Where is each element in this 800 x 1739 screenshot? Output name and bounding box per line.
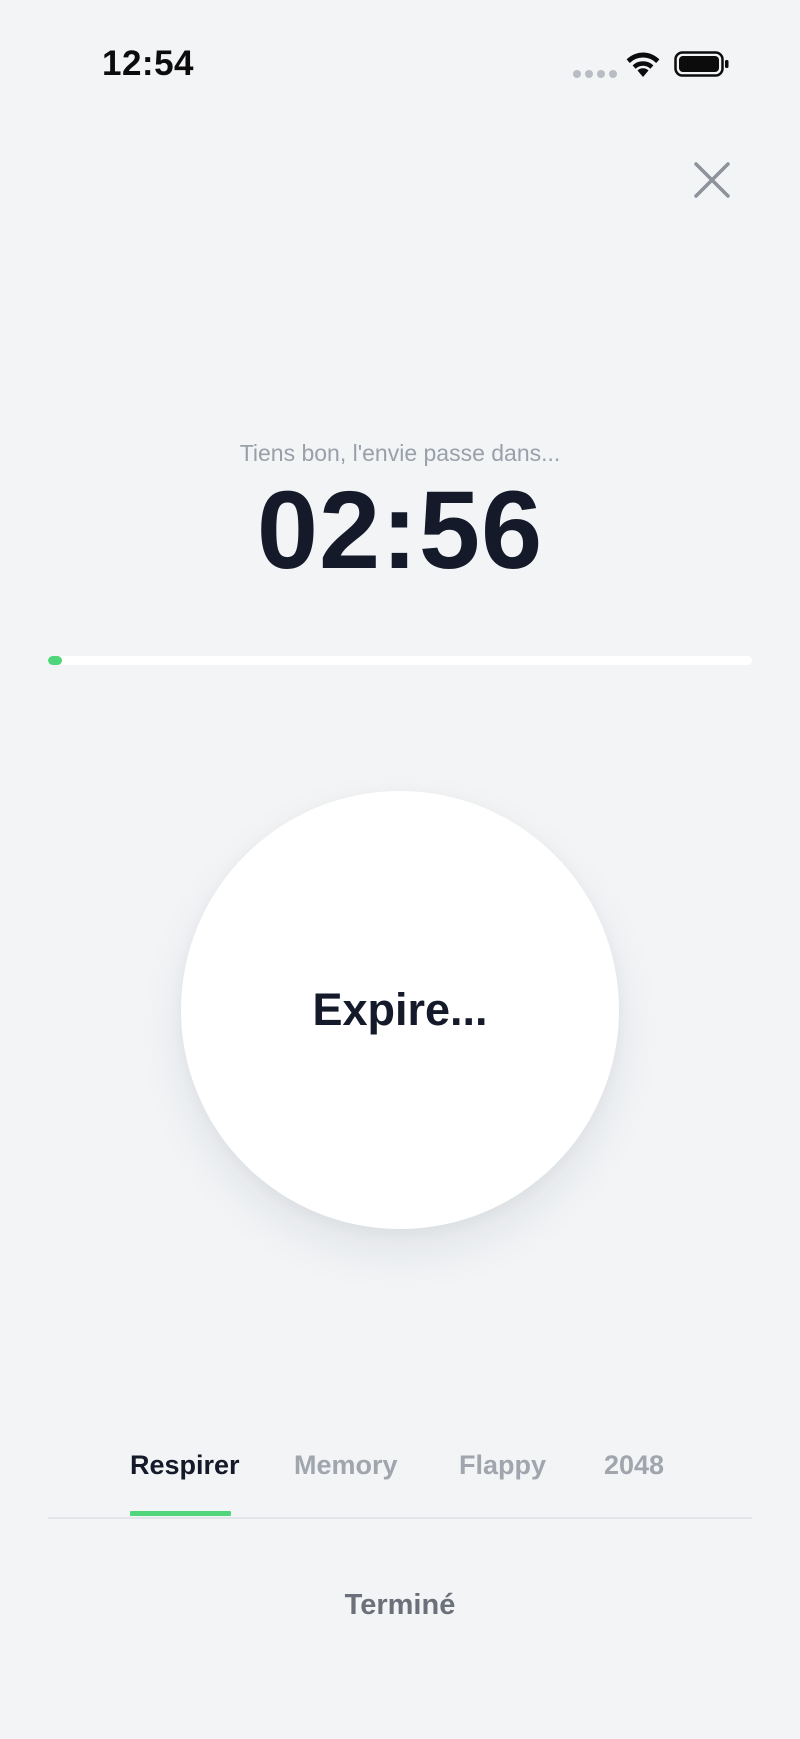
progress-bar xyxy=(48,656,752,665)
close-button[interactable] xyxy=(689,157,735,203)
breathing-instruction: Expire... xyxy=(312,984,488,1035)
wifi-icon xyxy=(626,52,660,77)
close-icon xyxy=(694,162,730,198)
progress-fill xyxy=(48,656,63,665)
tab-2048[interactable]: 2048 xyxy=(604,1450,664,1481)
status-bar: 12:54 xyxy=(0,0,800,130)
tab-memory[interactable]: Memory xyxy=(294,1450,398,1481)
timer-countdown: 02:56 xyxy=(256,469,544,592)
tab-flappy[interactable]: Flappy xyxy=(459,1450,546,1481)
timer-caption: Tiens bon, l'envie passe dans... xyxy=(239,440,561,466)
cellular-signal-icon xyxy=(573,70,617,78)
battery-icon xyxy=(674,51,729,77)
divider xyxy=(48,1517,752,1519)
tab-respirer[interactable]: Respirer xyxy=(130,1450,240,1481)
active-tab-indicator xyxy=(130,1511,231,1516)
done-button[interactable]: Terminé xyxy=(300,1580,500,1630)
game-tab-bar: Respirer Memory Flappy 2048 xyxy=(48,1440,752,1518)
status-time: 12:54 xyxy=(102,44,195,83)
breathing-circle: Expire... xyxy=(181,791,619,1229)
